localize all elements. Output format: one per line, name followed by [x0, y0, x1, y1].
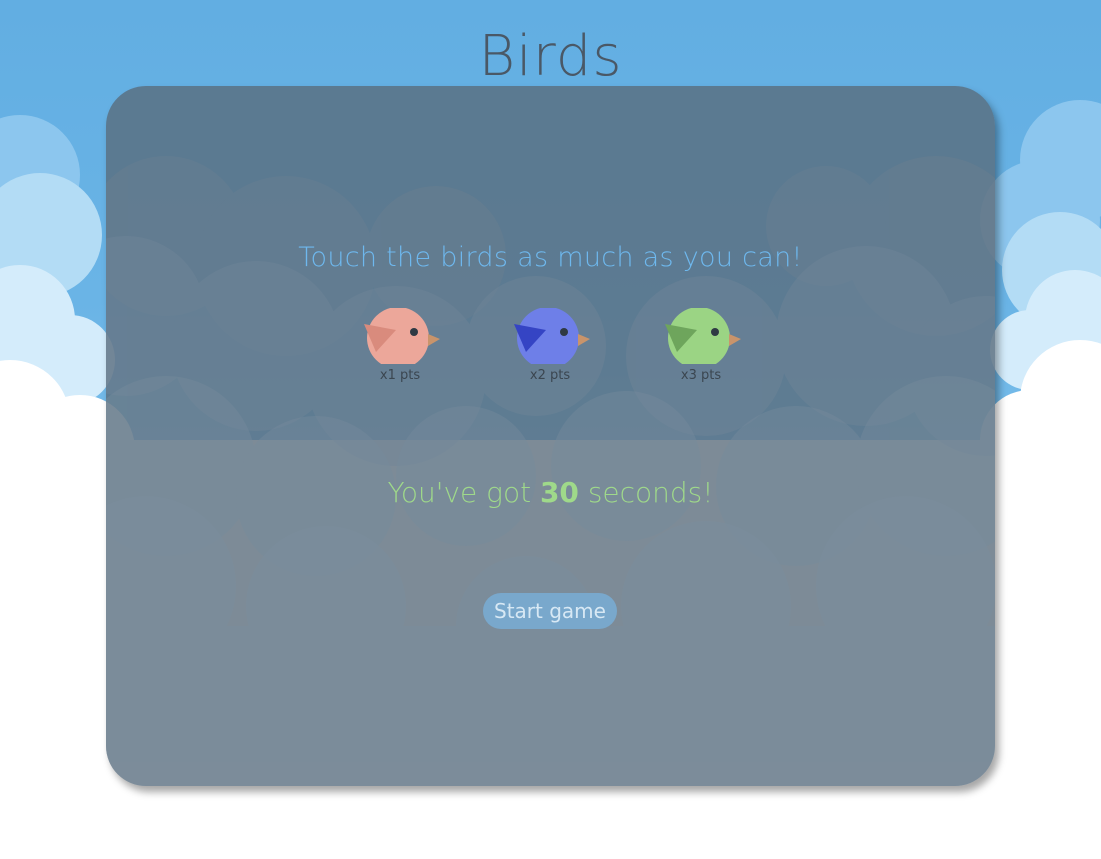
timer-text: You've got 30 seconds! [106, 476, 995, 509]
green-bird-icon [665, 308, 741, 364]
blue-bird-icon [514, 308, 590, 364]
bird-legend: x1 pts x2 pts x3 pts [106, 308, 995, 398]
bird-points-label: x3 pts [680, 368, 722, 383]
game-scene: Birds Touch the birds as much as you can… [0, 0, 1101, 859]
timer-prefix: You've got [387, 476, 540, 509]
bird-points-label: x2 pts [529, 368, 571, 383]
red-bird-icon [364, 308, 440, 364]
bird-points-label: x1 pts [379, 368, 421, 383]
instructions-text: Touch the birds as much as you can! [298, 242, 803, 273]
timer-suffix: seconds! [578, 476, 714, 509]
bird-green: x3 pts [661, 308, 741, 388]
game-panel: Touch the birds as much as you can! x1 p… [106, 86, 995, 786]
start-game-button[interactable]: Start game [483, 593, 617, 629]
bird-red: x1 pts [360, 308, 440, 388]
page-title: Birds [478, 24, 623, 89]
panel-clouds [106, 156, 995, 786]
timer-seconds: 30 [539, 476, 579, 509]
bird-blue: x2 pts [510, 308, 590, 388]
